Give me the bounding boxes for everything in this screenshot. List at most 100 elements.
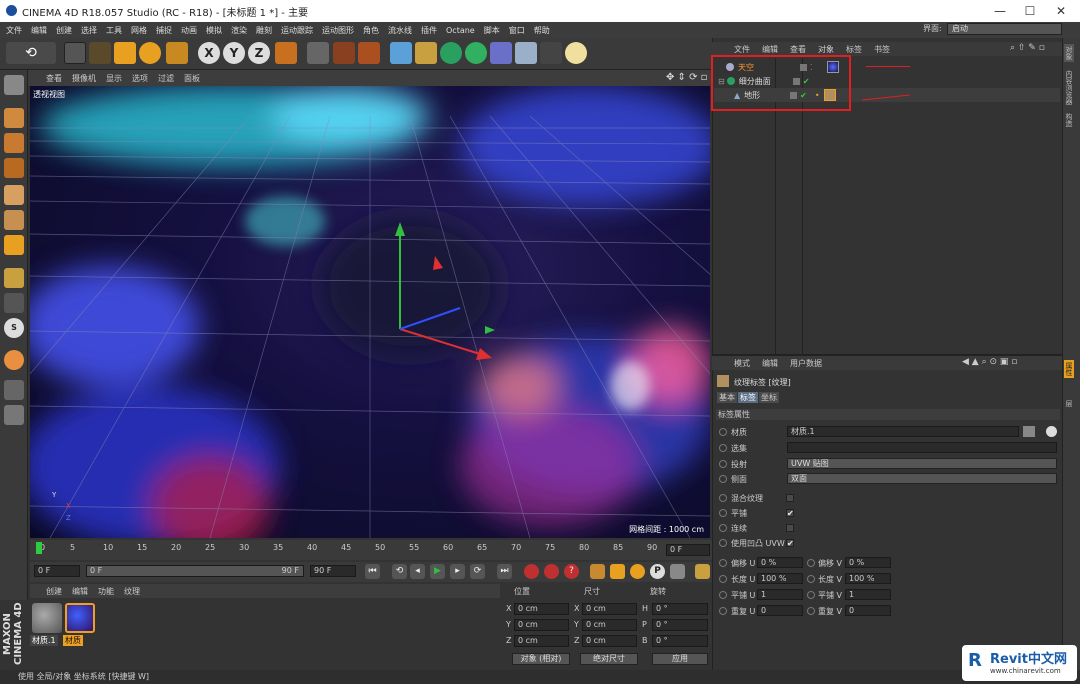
material-menu-edit[interactable]: 编辑	[72, 586, 88, 597]
size-x-field[interactable]: 0 cm	[582, 603, 637, 615]
render-settings-icon[interactable]	[358, 42, 380, 64]
anim-radio-icon[interactable]	[719, 607, 727, 615]
size-y-field[interactable]: 0 cm	[582, 619, 637, 631]
rotate-tool-icon[interactable]	[139, 42, 161, 64]
keyframe-selection-icon[interactable]: ?	[564, 564, 579, 579]
prev-key-icon[interactable]: ⟲	[392, 564, 407, 579]
key-parameter-icon[interactable]: P	[650, 564, 665, 579]
menu-render[interactable]: 渲染	[231, 25, 247, 36]
menu-mograph[interactable]: 运动图形	[322, 25, 354, 36]
next-frame-icon[interactable]: ▸	[450, 564, 465, 579]
am-nav-icons[interactable]: ◀ ▲ ⌕ ⊙ ▣ ▫	[962, 357, 1017, 367]
tab-content-browser[interactable]: 内容浏览器	[1064, 70, 1074, 105]
pen-spline-icon[interactable]	[415, 42, 437, 64]
anim-radio-icon[interactable]	[807, 591, 815, 599]
select-tool-icon[interactable]	[64, 42, 86, 64]
menu-mesh[interactable]: 网格	[131, 25, 147, 36]
viewport-menu-options[interactable]: 选项	[132, 73, 148, 84]
tiles-u-field[interactable]: 1	[757, 589, 803, 600]
mix-textures-checkbox[interactable]	[786, 494, 794, 502]
current-frame-marker[interactable]	[36, 542, 42, 554]
floor-icon[interactable]	[515, 42, 537, 64]
viewport-menu-display[interactable]: 显示	[106, 73, 122, 84]
am-menu-edit[interactable]: 编辑	[762, 358, 778, 369]
coordinate-system-icon[interactable]	[275, 42, 297, 64]
viewport-nav-icons[interactable]: ✥ ⇕ ⟳ ▫	[666, 72, 707, 83]
menu-create[interactable]: 创建	[56, 25, 72, 36]
z-axis-lock-icon[interactable]: Z	[248, 42, 270, 64]
tab-basic[interactable]: 基本	[717, 392, 737, 403]
anim-radio-icon[interactable]	[719, 494, 727, 502]
magnet-icon[interactable]	[4, 350, 24, 370]
anim-radio-icon[interactable]	[807, 607, 815, 615]
offset-v-field[interactable]: 0 %	[845, 557, 891, 568]
tab-tag[interactable]: 标签	[738, 392, 758, 403]
side-dropdown[interactable]: 双面	[787, 473, 1057, 484]
tab-layers[interactable]: 层	[1064, 400, 1074, 407]
menu-sculpt[interactable]: 雕刻	[256, 25, 272, 36]
tab-coordinates[interactable]: 坐标	[759, 392, 779, 403]
menu-octane[interactable]: Octane	[446, 26, 475, 35]
coord-mode-dropdown[interactable]: 对象 (相对)	[512, 653, 570, 665]
texture-mode-icon[interactable]	[4, 133, 24, 153]
goto-end-icon[interactable]: ⏭	[497, 564, 512, 579]
model-mode-icon[interactable]	[4, 108, 24, 128]
render-picture-viewer-icon[interactable]	[333, 42, 355, 64]
material-menu-function[interactable]: 功能	[98, 586, 114, 597]
menu-simulate[interactable]: 模拟	[206, 25, 222, 36]
anim-radio-icon[interactable]	[719, 475, 727, 483]
pick-icon[interactable]	[1046, 426, 1057, 437]
om-menu-file[interactable]: 文件	[734, 44, 750, 55]
om-menu-edit[interactable]: 编辑	[762, 44, 778, 55]
tile-checkbox[interactable]: ✔	[786, 509, 794, 518]
menu-edit[interactable]: 编辑	[31, 25, 47, 36]
om-menu-tags[interactable]: 标签	[846, 44, 862, 55]
anim-radio-icon[interactable]	[807, 559, 815, 567]
viewport-menu-filter[interactable]: 过滤	[158, 73, 174, 84]
menu-pipeline[interactable]: 流水线	[388, 25, 412, 36]
length-v-field[interactable]: 100 %	[845, 573, 891, 584]
repetitions-u-field[interactable]: 0	[757, 605, 803, 616]
viewport-menu-cameras[interactable]: 摄像机	[72, 73, 96, 84]
anim-radio-icon[interactable]	[719, 539, 727, 547]
menu-plugins[interactable]: 插件	[421, 25, 437, 36]
deformer-icon[interactable]	[490, 42, 512, 64]
menu-motion-tracking[interactable]: 运动跟踪	[281, 25, 313, 36]
menu-select[interactable]: 选择	[81, 25, 97, 36]
key-pla-icon[interactable]	[670, 564, 685, 579]
snap-icon[interactable]: S	[4, 318, 24, 338]
menu-file[interactable]: 文件	[6, 25, 22, 36]
menu-snap[interactable]: 捕捉	[156, 25, 172, 36]
live-select-icon[interactable]	[166, 42, 188, 64]
om-menu-view[interactable]: 查看	[790, 44, 806, 55]
y-axis-lock-icon[interactable]: Y	[223, 42, 245, 64]
apply-button[interactable]: 应用	[652, 653, 708, 665]
quantize-icon[interactable]	[4, 405, 24, 425]
auto-keying-icon[interactable]	[544, 564, 559, 579]
menu-help[interactable]: 帮助	[534, 25, 550, 36]
menu-window[interactable]: 窗口	[509, 25, 525, 36]
axis-mode-icon[interactable]	[4, 268, 24, 288]
next-key-icon[interactable]: ⟳	[470, 564, 485, 579]
tab-attributes[interactable]: 属性	[1064, 360, 1074, 378]
material-name[interactable]: 材质.1	[30, 635, 58, 646]
menu-script[interactable]: 脚本	[484, 25, 500, 36]
material-preview-icon[interactable]	[1023, 426, 1035, 437]
rot-b-field[interactable]: 0 °	[652, 635, 708, 647]
minimize-button[interactable]: —	[985, 2, 1015, 20]
close-button[interactable]: ✕	[1046, 2, 1076, 20]
record-keys-icon[interactable]	[524, 564, 539, 579]
tweak-mode-icon[interactable]	[4, 293, 24, 313]
anim-radio-icon[interactable]	[719, 575, 727, 583]
viewport-menu-panel[interactable]: 面板	[184, 73, 200, 84]
anim-radio-icon[interactable]	[719, 591, 727, 599]
x-axis-lock-icon[interactable]: X	[198, 42, 220, 64]
anim-radio-icon[interactable]	[719, 444, 727, 452]
use-bump-uvw-checkbox[interactable]: ✔	[786, 539, 794, 548]
selection-field[interactable]	[787, 442, 1057, 453]
maximize-button[interactable]: ☐	[1015, 2, 1045, 20]
cloner-icon[interactable]	[465, 42, 487, 64]
viewport-menu-view[interactable]: 查看	[46, 73, 62, 84]
material-link-field[interactable]: 材质.1	[787, 426, 1019, 437]
length-u-field[interactable]: 100 %	[757, 573, 803, 584]
